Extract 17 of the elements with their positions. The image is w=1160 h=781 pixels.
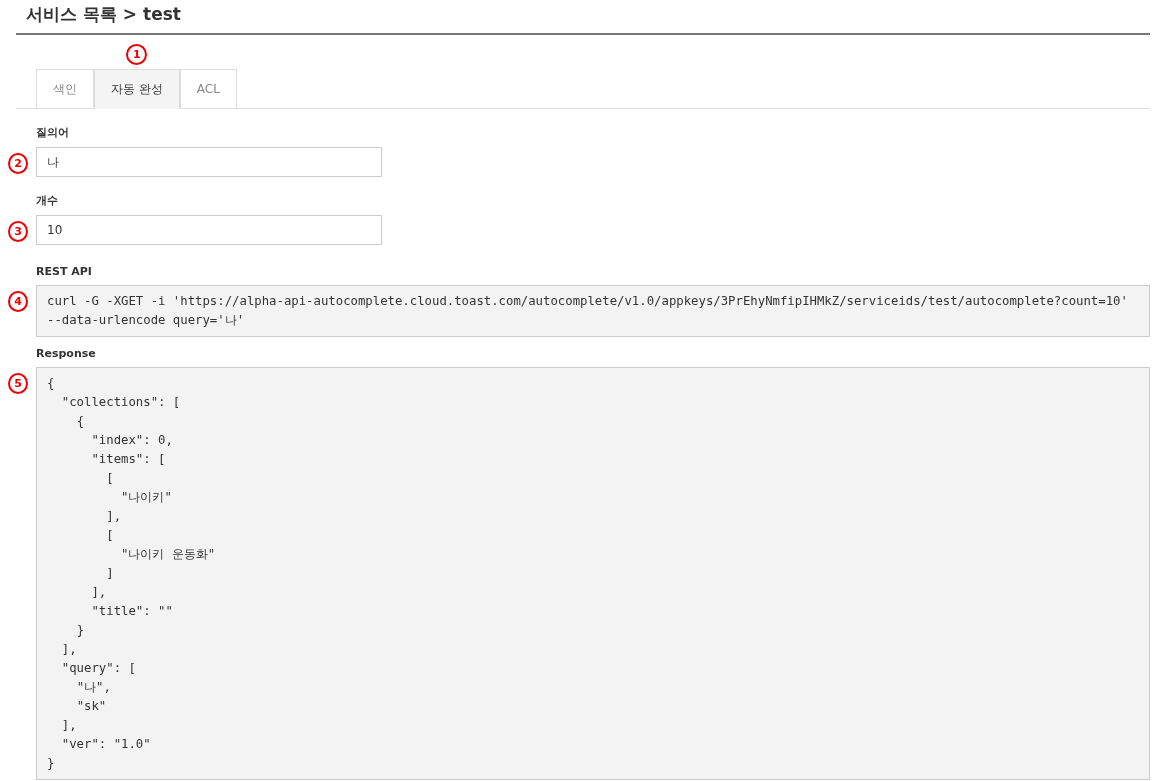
code-block: curl -G -XGET -i 'https://alpha-api-autocomplete.cloud.toast.com/autocomplete/v1.0/appkeys/3PrEhyNmfipIHMkZ/serviceids/test/autocomplete?count=10' --data-urlencode query='나' bbox=[36, 285, 1150, 337]
callout-marker: 2 bbox=[8, 153, 28, 174]
tab[interactable]: 자동 완성 bbox=[94, 69, 180, 109]
page-title: 서비스 목록 > test bbox=[16, 0, 1150, 35]
callout-marker: 3 bbox=[8, 221, 28, 242]
tab[interactable]: 색인 bbox=[36, 69, 94, 109]
input-field[interactable]: 10 bbox=[36, 215, 382, 245]
code-block: { "collections": [ { "index": 0, "items": [ [ "나이키" ], [ "나이키 운동화" ] ], "title": "" } ], "query": [ "나", "sk" ], "ver": "1.0" } bbox=[36, 367, 1150, 780]
section-label: Response bbox=[36, 347, 97, 360]
callout-marker: 4 bbox=[8, 291, 28, 312]
tab[interactable]: ACL bbox=[179, 69, 237, 109]
field-label: 개수 bbox=[36, 193, 59, 208]
callout-marker: 5 bbox=[8, 373, 28, 394]
field-label: 질의어 bbox=[36, 125, 70, 140]
input-field[interactable]: 나 bbox=[36, 147, 382, 177]
section-label: REST API bbox=[36, 265, 93, 278]
callout-marker: 1 bbox=[126, 44, 148, 65]
